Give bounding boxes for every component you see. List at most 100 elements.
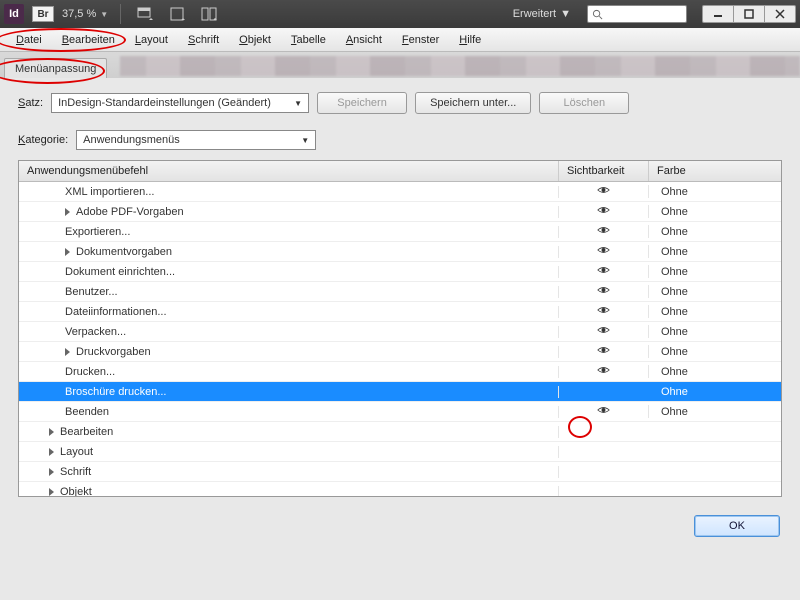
save-as-button[interactable]: Speichern unter... <box>415 92 531 114</box>
commands-table: Anwendungsmenübefehl Sichtbarkeit Farbe … <box>18 160 782 497</box>
zoom-level-dropdown[interactable]: 37,5 % ▼ <box>62 8 108 20</box>
visibility-cell[interactable] <box>559 225 649 238</box>
menu-ilfe[interactable]: Hilfe <box>449 31 491 49</box>
table-row[interactable]: Exportieren...Ohne <box>19 222 781 242</box>
expand-triangle-icon[interactable] <box>65 248 70 256</box>
eye-icon <box>597 325 610 338</box>
table-row[interactable]: Verpacken...Ohne <box>19 322 781 342</box>
row-label: Beenden <box>65 406 109 418</box>
delete-button[interactable]: Löschen <box>539 92 629 114</box>
chevron-down-icon: ▼ <box>560 8 571 20</box>
expand-triangle-icon[interactable] <box>49 448 54 456</box>
table-row[interactable]: Schrift <box>19 462 781 482</box>
menu-bjekt[interactable]: Objekt <box>229 31 281 49</box>
visibility-cell[interactable] <box>559 345 649 358</box>
menu-abelle[interactable]: Tabelle <box>281 31 336 49</box>
table-row[interactable]: Drucken...Ohne <box>19 362 781 382</box>
visibility-cell[interactable] <box>559 285 649 298</box>
col-command[interactable]: Anwendungsmenübefehl <box>19 161 559 181</box>
table-row[interactable]: DruckvorgabenOhne <box>19 342 781 362</box>
window-controls <box>703 5 796 23</box>
tab-menu-customization[interactable]: Menüanpassung <box>4 58 107 78</box>
menu-enster[interactable]: Fenster <box>392 31 449 49</box>
table-row[interactable]: Adobe PDF-Vorgaben Ohne <box>19 202 781 222</box>
category-dropdown[interactable]: Anwendungsmenüs ▼ <box>76 130 316 150</box>
table-row[interactable]: Beenden Ohne <box>19 402 781 422</box>
expand-triangle-icon[interactable] <box>49 488 54 496</box>
eye-icon <box>597 225 610 238</box>
row-label: Dateiinformationen... <box>65 306 167 318</box>
search-input[interactable] <box>587 5 687 23</box>
chevron-down-icon: ▼ <box>100 10 108 19</box>
col-color[interactable]: Farbe <box>649 161 781 181</box>
color-cell[interactable]: Ohne <box>649 326 781 338</box>
menu-chrift[interactable]: Schrift <box>178 31 229 49</box>
chevron-down-icon: ▼ <box>294 99 302 108</box>
maximize-button[interactable] <box>733 5 765 23</box>
save-button[interactable]: Speichern <box>317 92 407 114</box>
visibility-cell[interactable] <box>559 205 649 218</box>
table-row[interactable]: XML importieren...Ohne <box>19 182 781 202</box>
set-dropdown[interactable]: InDesign-Standardeinstellungen (Geändert… <box>51 93 309 113</box>
panel-tab-bar: Menüanpassung <box>0 52 800 78</box>
visibility-cell[interactable] <box>559 185 649 198</box>
row-label: Benutzer... <box>65 286 118 298</box>
table-row[interactable]: Dokument einrichten... Ohne <box>19 262 781 282</box>
menu-ayout[interactable]: Layout <box>125 31 178 49</box>
table-row[interactable]: Objekt <box>19 482 781 496</box>
color-cell[interactable]: Ohne <box>649 386 781 398</box>
visibility-cell[interactable] <box>559 245 649 258</box>
color-cell[interactable]: Ohne <box>649 406 781 418</box>
color-cell[interactable]: Ohne <box>649 226 781 238</box>
eye-icon <box>597 305 610 318</box>
visibility-cell[interactable] <box>559 265 649 278</box>
table-row[interactable]: Benutzer... Ohne <box>19 282 781 302</box>
row-label: Adobe PDF-Vorgaben <box>76 206 184 218</box>
col-visibility[interactable]: Sichtbarkeit <box>559 161 649 181</box>
arrange-documents-icon[interactable] <box>197 4 221 24</box>
bridge-icon[interactable]: Br <box>32 6 54 22</box>
row-label: Dokument einrichten... <box>65 266 175 278</box>
color-cell[interactable]: Ohne <box>649 346 781 358</box>
dialog-content: Satz: InDesign-Standardeinstellungen (Ge… <box>0 78 800 507</box>
table-row[interactable]: Broschüre drucken... Ohne <box>19 382 781 402</box>
table-row[interactable]: DokumentvorgabenOhne <box>19 242 781 262</box>
menu-atei[interactable]: Datei <box>6 31 52 49</box>
close-button[interactable] <box>764 5 796 23</box>
color-cell[interactable]: Ohne <box>649 366 781 378</box>
visibility-cell[interactable] <box>559 365 649 378</box>
search-icon <box>592 9 603 20</box>
visibility-cell[interactable] <box>559 305 649 318</box>
expand-triangle-icon[interactable] <box>65 348 70 356</box>
expand-triangle-icon[interactable] <box>49 468 54 476</box>
color-cell[interactable]: Ohne <box>649 306 781 318</box>
view-options-icon[interactable] <box>133 4 157 24</box>
expand-triangle-icon[interactable] <box>49 428 54 436</box>
workspace-switcher[interactable]: Erweitert ▼ <box>513 8 571 20</box>
menu-earbeiten[interactable]: Bearbeiten <box>52 31 125 49</box>
row-label: Broschüre drucken... <box>65 386 167 398</box>
table-header: Anwendungsmenübefehl Sichtbarkeit Farbe <box>19 161 781 182</box>
color-cell[interactable]: Ohne <box>649 286 781 298</box>
row-label: Schrift <box>60 466 91 478</box>
color-cell[interactable]: Ohne <box>649 266 781 278</box>
expand-triangle-icon[interactable] <box>65 208 70 216</box>
color-cell[interactable]: Ohne <box>649 246 781 258</box>
separator <box>120 4 121 24</box>
visibility-cell[interactable] <box>559 405 649 418</box>
menu-nsicht[interactable]: Ansicht <box>336 31 392 49</box>
screen-mode-icon[interactable] <box>165 4 189 24</box>
row-label: Layout <box>60 446 93 458</box>
table-row[interactable]: Bearbeiten <box>19 422 781 442</box>
chevron-down-icon: ▼ <box>301 136 309 145</box>
table-row[interactable]: Layout <box>19 442 781 462</box>
dialog-footer: OK <box>0 507 800 543</box>
color-cell[interactable]: Ohne <box>649 206 781 218</box>
eye-icon <box>597 365 610 378</box>
color-cell[interactable]: Ohne <box>649 186 781 198</box>
minimize-button[interactable] <box>702 5 734 23</box>
eye-icon <box>597 245 610 258</box>
visibility-cell[interactable] <box>559 325 649 338</box>
ok-button[interactable]: OK <box>694 515 780 537</box>
table-row[interactable]: Dateiinformationen... Ohne <box>19 302 781 322</box>
